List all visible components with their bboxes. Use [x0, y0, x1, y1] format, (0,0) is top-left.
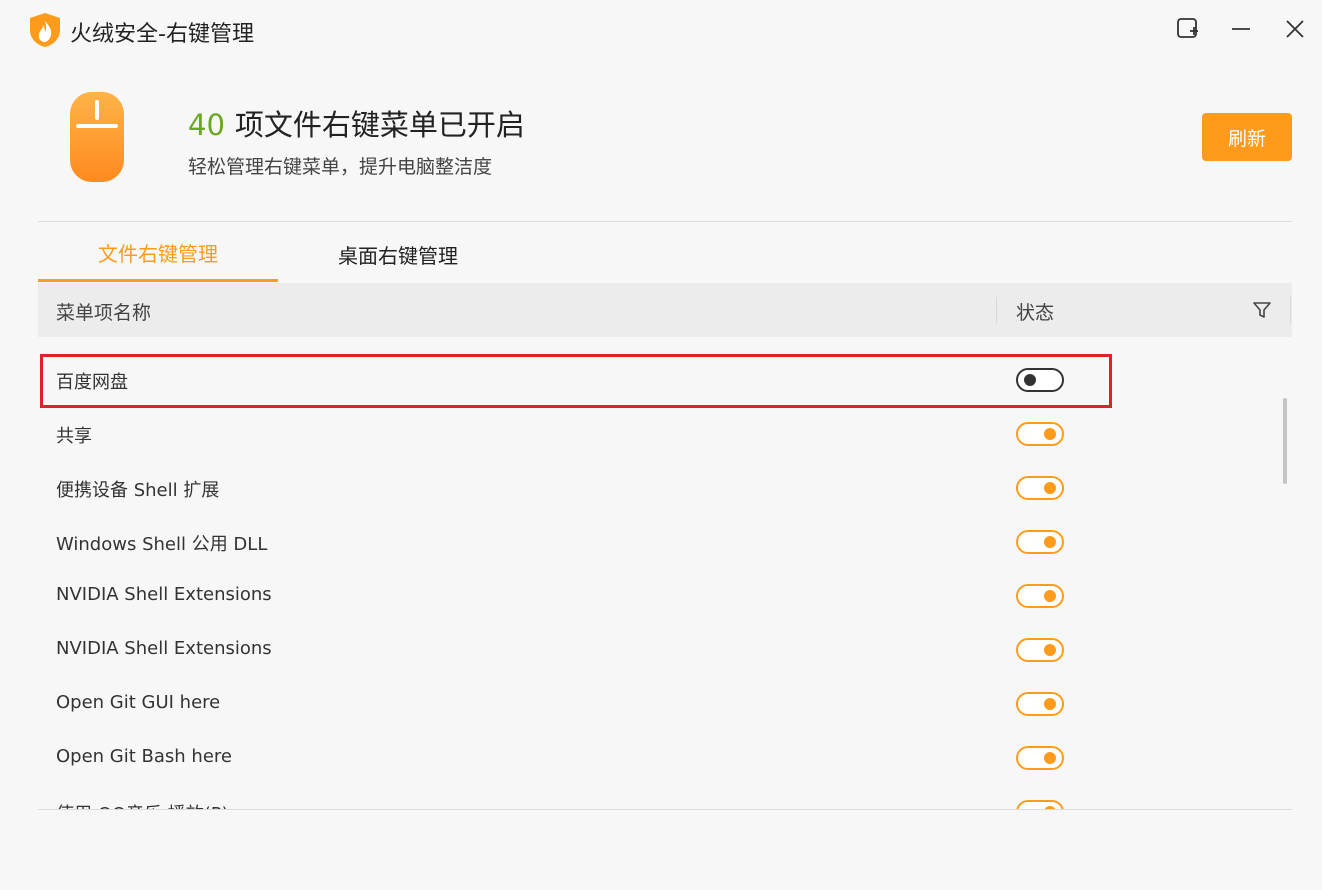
column-divider	[996, 297, 997, 323]
list-item: Open Git GUI here	[38, 678, 1258, 732]
new-window-button[interactable]	[1173, 14, 1203, 44]
menu-item-list: 百度网盘 共享 便携设备 Shell 扩展 Windows Shell 公用 D…	[38, 354, 1292, 809]
status-toggle[interactable]	[1016, 584, 1064, 608]
toggle-knob	[1044, 698, 1056, 710]
list-item: 使用 QQ音乐 播放(P)	[38, 786, 1258, 809]
list-item: Windows Shell 公用 DLL	[38, 516, 1258, 570]
list-item: 百度网盘	[38, 354, 1258, 408]
table-header: 菜单项名称 状态	[38, 283, 1292, 337]
status-toggle[interactable]	[1016, 530, 1064, 554]
list-item: Open Git Bash here	[38, 732, 1258, 786]
menu-item-label: NVIDIA Shell Extensions	[56, 584, 272, 605]
menu-item-label: 便携设备 Shell 扩展	[56, 480, 220, 501]
status-toggle[interactable]	[1016, 422, 1064, 446]
column-divider	[1290, 297, 1291, 323]
headline: 40 项文件右键菜单已开启	[188, 102, 525, 144]
toggle-knob	[1044, 536, 1056, 548]
huorong-shield-flame-icon	[30, 13, 60, 47]
menu-item-label: 使用 QQ音乐 播放(P)	[56, 800, 229, 809]
menu-item-label: 共享	[56, 426, 92, 447]
status-toggle[interactable]	[1016, 638, 1064, 662]
filter-icon[interactable]	[1252, 300, 1272, 320]
subtitle: 轻松管理右键菜单，提升电脑整洁度	[188, 156, 493, 178]
status-toggle[interactable]	[1016, 692, 1064, 716]
list-item: NVIDIA Shell Extensions	[38, 570, 1258, 624]
refresh-button[interactable]: 刷新	[1202, 113, 1292, 161]
close-icon	[1286, 20, 1304, 38]
minimize-icon	[1232, 28, 1250, 30]
toggle-knob	[1044, 428, 1056, 440]
column-header-name: 菜单项名称	[56, 302, 152, 324]
header-divider	[38, 221, 1292, 222]
menu-item-label: 百度网盘	[56, 372, 128, 393]
close-button[interactable]	[1280, 14, 1310, 44]
mouse-icon	[70, 92, 124, 182]
title-bar: 火绒安全-右键管理	[0, 0, 1322, 60]
status-toggle[interactable]	[1016, 800, 1064, 809]
list-bottom-divider	[38, 809, 1292, 810]
new-window-icon	[1177, 18, 1198, 38]
minimize-button[interactable]	[1226, 14, 1256, 44]
list-item: 共享	[38, 408, 1258, 462]
column-header-status: 状态	[1016, 302, 1055, 324]
enabled-count: 40	[188, 108, 225, 142]
tab-desktop-context-menu[interactable]: 桌面右键管理	[278, 226, 518, 282]
toggle-knob	[1044, 644, 1056, 656]
menu-item-label: Open Git GUI here	[56, 692, 221, 713]
scrollbar-thumb[interactable]	[1283, 398, 1287, 484]
headline-text: 项文件右键菜单已开启	[234, 108, 525, 142]
toggle-knob	[1044, 752, 1056, 764]
list-item: NVIDIA Shell Extensions	[38, 624, 1258, 678]
list-item: 便携设备 Shell 扩展	[38, 462, 1258, 516]
window-title: 火绒安全-右键管理	[70, 22, 254, 47]
menu-item-label: Windows Shell 公用 DLL	[56, 534, 268, 555]
menu-item-label: Open Git Bash here	[56, 746, 232, 767]
toggle-knob	[1024, 374, 1036, 386]
status-toggle[interactable]	[1016, 368, 1064, 392]
status-toggle[interactable]	[1016, 476, 1064, 500]
tab-file-context-menu[interactable]: 文件右键管理	[38, 226, 278, 282]
menu-item-label: NVIDIA Shell Extensions	[56, 638, 272, 659]
status-toggle[interactable]	[1016, 746, 1064, 770]
toggle-knob	[1044, 482, 1056, 494]
toggle-knob	[1044, 590, 1056, 602]
